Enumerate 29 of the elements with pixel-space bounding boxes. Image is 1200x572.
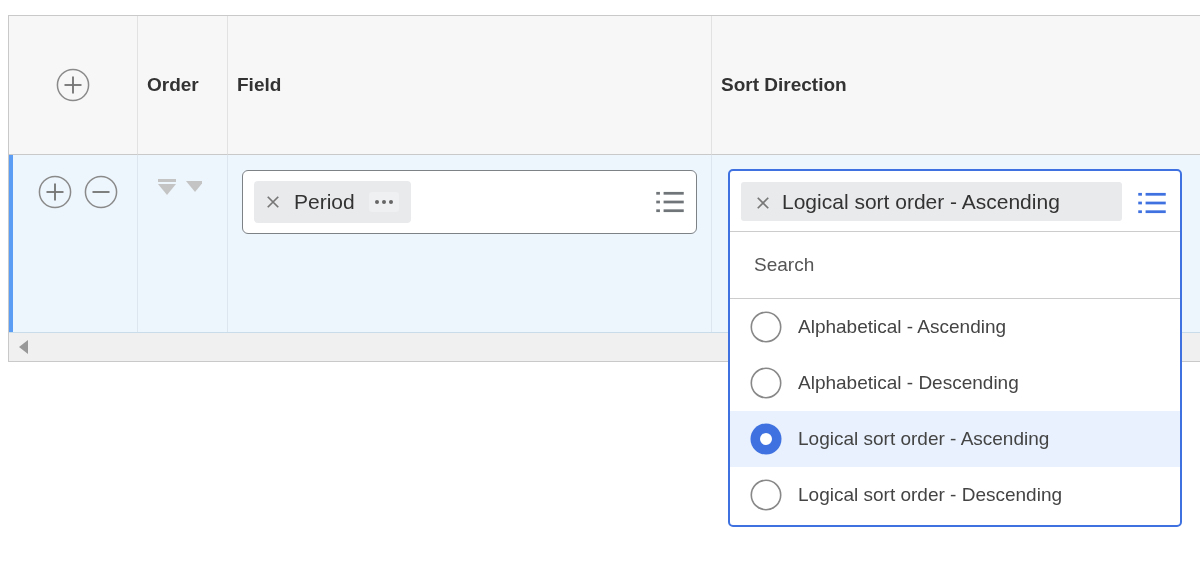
option-item[interactable]: Alphabetical - Descending	[730, 355, 1180, 411]
tag-label: Logical sort order - Ascending	[782, 189, 1060, 215]
radio-button[interactable]	[750, 367, 782, 399]
sort-direction-dropdown[interactable]: Logical sort order - Ascending Search Alphabetical - Ascending Alphabetical - Descending Logical sort order - Ascending Logical sort order - Descending	[728, 169, 1182, 527]
column-header: Sort Direction	[721, 74, 847, 96]
option-label: Logical sort order - Descending	[798, 484, 1063, 506]
option-label: Alphabetical - Ascending	[798, 316, 1007, 338]
radio-button[interactable]	[750, 479, 782, 511]
list-icon[interactable]	[656, 191, 684, 213]
option-item[interactable]: Logical sort order - Descending	[730, 467, 1180, 523]
add-icon[interactable]	[56, 68, 90, 102]
field-input[interactable]: Period	[242, 170, 697, 234]
more-icon[interactable]	[368, 192, 399, 212]
option-item[interactable]: Logical sort order - Ascending	[730, 411, 1180, 467]
radio-button[interactable]	[750, 311, 782, 343]
list-icon[interactable]	[1138, 192, 1166, 214]
option-item[interactable]: Alphabetical - Ascending	[730, 299, 1180, 355]
search-field[interactable]: Search	[752, 253, 1158, 277]
remove-icon[interactable]	[756, 196, 770, 210]
option-label: Alphabetical - Descending	[798, 372, 1019, 394]
remove-icon[interactable]	[84, 175, 118, 209]
column-header: Field	[237, 74, 282, 96]
option-label: Logical sort order - Ascending	[798, 428, 1050, 450]
column-header: Order	[147, 74, 199, 96]
radio-button[interactable]	[750, 423, 782, 455]
tag-label: Period	[294, 190, 355, 214]
scroll-left-arrow[interactable]	[19, 340, 28, 354]
add-icon[interactable]	[38, 175, 72, 209]
remove-icon[interactable]	[266, 195, 280, 209]
